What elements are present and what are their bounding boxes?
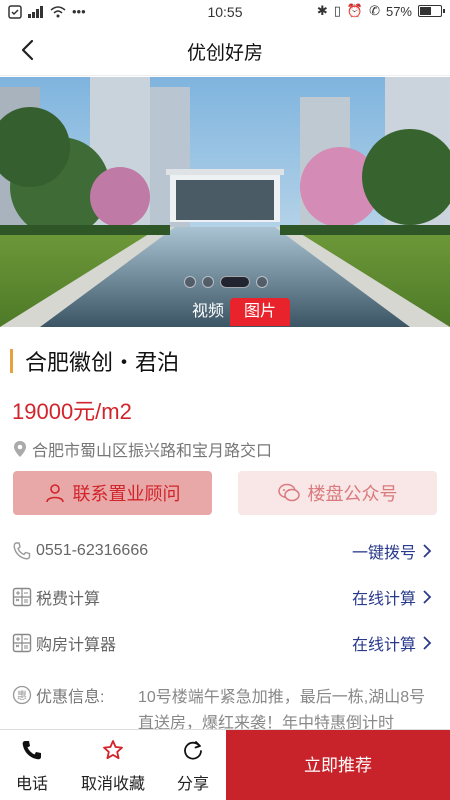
media-type-tabs: 视频 图片 [186, 298, 290, 326]
person-icon [45, 484, 64, 503]
property-name: 合肥徽创・君泊 [25, 350, 180, 375]
chevron-right-icon [423, 636, 432, 650]
location-pin-icon [14, 441, 26, 457]
contact-consultant-label: 联系置业顾问 [72, 484, 181, 504]
vibrate-icon: ▯ [333, 3, 341, 18]
title-accent-bar [10, 349, 13, 373]
wechat-icon [277, 483, 300, 502]
tax-calc-row: 税费计算 在线计算 [0, 577, 450, 617]
recommend-now-button[interactable]: 立即推荐 [226, 730, 450, 800]
call-hd-icon: ✆ [369, 3, 380, 18]
wechat-account-label: 楼盘公众号 [307, 484, 398, 504]
status-right-icons: ✱ ▯ ⏰ ✆ 57% [316, 3, 445, 19]
tab-photo[interactable]: 图片 [230, 298, 290, 326]
tab-video[interactable]: 视频 [186, 298, 230, 326]
gallery-dot[interactable] [184, 276, 196, 288]
property-photo-gallery[interactable]: 视频 图片 [0, 77, 450, 327]
phone-row: 0551-62316666 一键拨号 [0, 531, 450, 571]
one-click-dial-link[interactable]: 一键拨号 [352, 539, 432, 563]
contact-consultant-button[interactable]: 联系置业顾问 [13, 471, 212, 515]
tax-calc-label: 税费计算 [36, 591, 101, 608]
status-bar: ••• 10:55 ✱ ▯ ⏰ ✆ 57% [0, 0, 450, 24]
phone-call-label: 电话 [15, 776, 48, 793]
share-icon [184, 741, 202, 760]
phone-icon [13, 542, 31, 560]
wechat-account-button[interactable]: 楼盘公众号 [238, 471, 437, 515]
phone-icon [22, 741, 41, 760]
svg-text:惠: 惠 [17, 689, 27, 702]
property-address: 合肥市蜀山区振兴路和宝月路交口 [12, 437, 272, 461]
star-icon [103, 740, 123, 760]
home-online-calc-label: 在线计算 [351, 637, 416, 654]
chevron-right-icon [423, 590, 432, 604]
calculator-icon [12, 587, 32, 607]
tax-online-calc-label: 在线计算 [351, 591, 416, 608]
nav-bar: 优创好房 [0, 24, 450, 76]
tax-online-calc-link[interactable]: 在线计算 [352, 585, 432, 609]
property-price: 19000元/m2 [12, 399, 132, 424]
home-calc-row: 购房计算器 在线计算 [0, 623, 450, 663]
action-buttons: 联系置业顾问 楼盘公众号 [0, 471, 450, 517]
home-calc-label: 购房计算器 [36, 637, 117, 654]
battery-icon [418, 5, 445, 17]
bluetooth-icon: ✱ [316, 3, 328, 18]
calculator-icon [12, 633, 32, 653]
unfavorite-label: 取消收藏 [80, 776, 145, 793]
phone-number: 0551-62316666 [36, 542, 149, 559]
gallery-page-indicator [184, 276, 268, 288]
battery-percent: 57% [385, 3, 412, 19]
property-render-image [0, 77, 450, 327]
unfavorite-button[interactable]: 取消收藏 [70, 730, 156, 800]
share-label: 分享 [176, 776, 209, 793]
bottom-action-bar: 电话 取消收藏 分享 立即推荐 [0, 729, 450, 800]
page-title: 优创好房 [186, 43, 263, 64]
alarm-icon: ⏰ [346, 3, 364, 18]
property-name-row: 合肥徽创・君泊 [10, 347, 179, 375]
dial-label: 一键拨号 [351, 545, 416, 562]
phone-call-button[interactable]: 电话 [0, 730, 64, 800]
home-online-calc-link[interactable]: 在线计算 [352, 631, 432, 655]
gallery-dot[interactable] [256, 276, 268, 288]
chevron-right-icon [423, 544, 432, 558]
gallery-dot[interactable] [220, 276, 250, 288]
address-text: 合肥市蜀山区振兴路和宝月路交口 [32, 443, 273, 460]
share-button[interactable]: 分享 [160, 730, 226, 800]
gallery-dot[interactable] [202, 276, 214, 288]
discount-icon: 惠 [12, 685, 32, 705]
promotion-label: 优惠信息: [36, 689, 105, 706]
